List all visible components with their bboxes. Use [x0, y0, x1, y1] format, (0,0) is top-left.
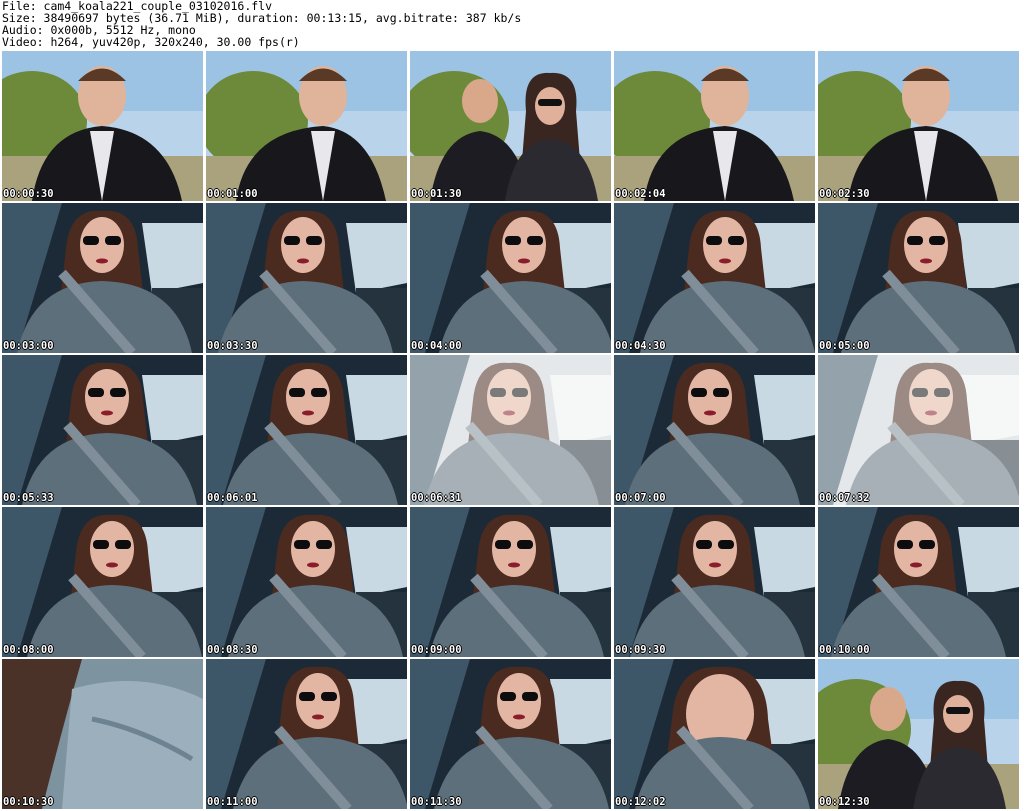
thumbnail-timestamp: 00:10:30	[3, 796, 54, 808]
thumbnail-timestamp: 00:04:30	[615, 340, 666, 352]
thumbnail-timestamp: 00:07:32	[819, 492, 870, 504]
video-thumbnail: 00:06:31	[410, 355, 611, 505]
thumbnail-timestamp: 00:11:00	[207, 796, 258, 808]
thumbnail-image	[818, 507, 1019, 657]
thumbnail-image	[206, 507, 407, 657]
thumbnail-timestamp: 00:09:30	[615, 644, 666, 656]
thumbnail-image	[206, 203, 407, 353]
thumbnail-image	[614, 507, 815, 657]
thumbnail-image	[614, 51, 815, 201]
thumbnail-timestamp: 00:06:31	[411, 492, 462, 504]
thumbnail-timestamp: 00:02:04	[615, 188, 666, 200]
video-thumbnail: 00:00:30	[2, 51, 203, 201]
thumbnail-image	[2, 51, 203, 201]
video-thumbnail: 00:02:04	[614, 51, 815, 201]
thumbnail-timestamp: 00:05:33	[3, 492, 54, 504]
video-info-line: Video: h264, yuv420p, 320x240, 30.00 fps…	[2, 35, 300, 49]
thumbnail-timestamp: 00:07:00	[615, 492, 666, 504]
thumbnail-image	[410, 51, 611, 201]
thumbnail-image	[818, 203, 1019, 353]
thumbnail-image	[2, 507, 203, 657]
thumbnail-timestamp: 00:05:00	[819, 340, 870, 352]
thumbnail-image	[410, 203, 611, 353]
thumbnail-image	[206, 51, 407, 201]
thumbnail-timestamp: 00:01:00	[207, 188, 258, 200]
thumbnail-timestamp: 00:01:30	[411, 188, 462, 200]
thumbnail-image	[818, 355, 1019, 505]
thumbnail-timestamp: 00:08:00	[3, 644, 54, 656]
video-thumbnail: 00:09:30	[614, 507, 815, 657]
video-thumbnail: 00:08:00	[2, 507, 203, 657]
thumbnail-image	[614, 203, 815, 353]
video-thumbnail: 00:12:02	[614, 659, 815, 809]
thumbnail-image	[410, 507, 611, 657]
thumbnail-image	[614, 659, 815, 809]
video-thumbnail: 00:11:30	[410, 659, 611, 809]
video-thumbnail: 00:10:30	[2, 659, 203, 809]
thumbnail-timestamp: 00:11:30	[411, 796, 462, 808]
video-thumbnail: 00:07:32	[818, 355, 1019, 505]
video-thumbnail: 00:04:00	[410, 203, 611, 353]
video-thumbnail: 00:02:30	[818, 51, 1019, 201]
thumbnail-grid: 00:00:30 00:01:00 00:01:30 00:02:04 00:02:30…	[2, 51, 1022, 809]
video-thumbnail: 00:05:00	[818, 203, 1019, 353]
thumbnail-image	[410, 659, 611, 809]
thumbnail-image	[818, 659, 1019, 809]
video-thumbnail: 00:03:00	[2, 203, 203, 353]
thumbnail-image	[2, 355, 203, 505]
video-thumbnail: 00:01:00	[206, 51, 407, 201]
thumbnail-timestamp: 00:04:00	[411, 340, 462, 352]
thumbnail-timestamp: 00:06:01	[207, 492, 258, 504]
video-thumbnail: 00:08:30	[206, 507, 407, 657]
thumbnail-timestamp: 00:03:00	[3, 340, 54, 352]
file-info-header: File: cam4_koala221_couple_03102016.flv …	[2, 0, 1020, 48]
video-thumbnail: 00:04:30	[614, 203, 815, 353]
video-thumbnail: 00:05:33	[2, 355, 203, 505]
video-thumbnail: 00:03:30	[206, 203, 407, 353]
thumbnail-image	[614, 355, 815, 505]
video-thumbnail: 00:10:00	[818, 507, 1019, 657]
video-thumbnail: 00:07:00	[614, 355, 815, 505]
thumbnail-timestamp: 00:08:30	[207, 644, 258, 656]
video-thumbnail: 00:11:00	[206, 659, 407, 809]
thumbnail-image	[206, 659, 407, 809]
thumbnail-timestamp: 00:00:30	[3, 188, 54, 200]
thumbnail-timestamp: 00:10:00	[819, 644, 870, 656]
thumbnail-image	[2, 203, 203, 353]
video-thumbnail: 00:01:30	[410, 51, 611, 201]
video-thumbnail: 00:12:30	[818, 659, 1019, 809]
video-thumbnail: 00:09:00	[410, 507, 611, 657]
thumbnail-image	[206, 355, 407, 505]
thumbnail-timestamp: 00:09:00	[411, 644, 462, 656]
thumbnail-timestamp: 00:02:30	[819, 188, 870, 200]
thumbnail-image	[410, 355, 611, 505]
thumbnail-timestamp: 00:12:30	[819, 796, 870, 808]
video-thumbnail: 00:06:01	[206, 355, 407, 505]
thumbnail-timestamp: 00:03:30	[207, 340, 258, 352]
thumbnail-image	[818, 51, 1019, 201]
thumbnail-timestamp: 00:12:02	[615, 796, 666, 808]
thumbnail-image	[2, 659, 203, 809]
